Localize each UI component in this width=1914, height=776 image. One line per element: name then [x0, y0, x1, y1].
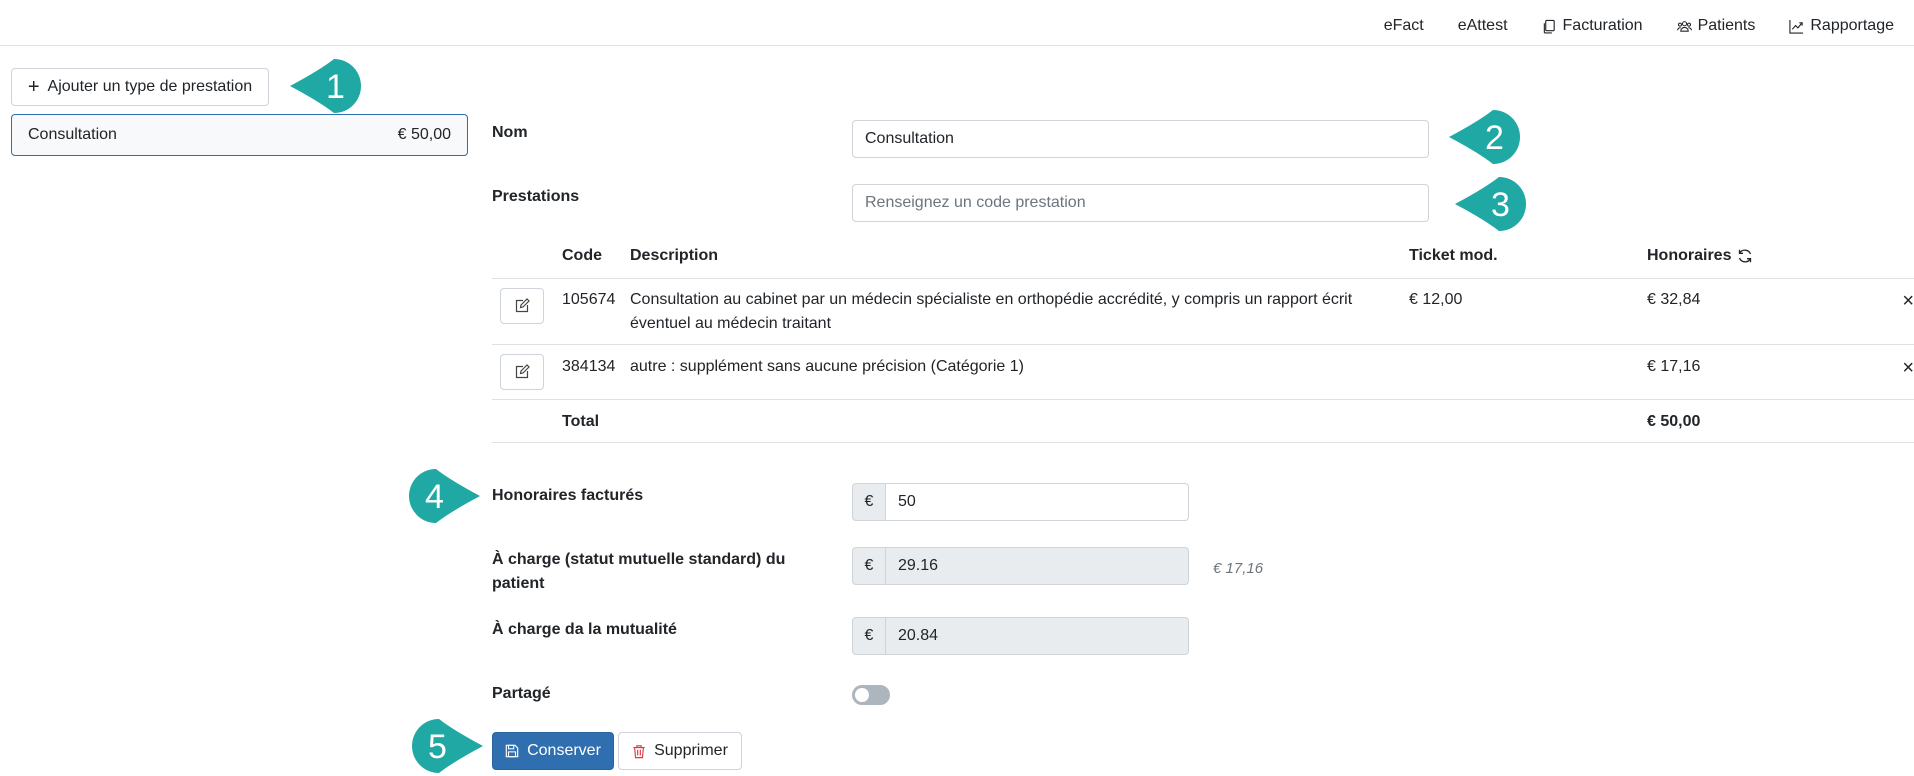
edit-row-button[interactable]	[500, 354, 544, 390]
edit-icon	[515, 364, 530, 379]
patient-charge-input: 29.16	[886, 547, 1189, 585]
plus-icon: +	[27, 76, 40, 98]
nav-efact-label: eFact	[1383, 17, 1424, 34]
nom-value: Consultation	[865, 130, 954, 147]
table-row: 384134 autre : supplément sans aucune pr…	[492, 345, 1914, 400]
table-total-row: Total € 50,00	[492, 400, 1914, 443]
patient-charge-input-group: € 29.16	[852, 547, 1189, 585]
people-icon	[1676, 20, 1692, 32]
currency-addon: €	[852, 483, 886, 521]
callout-4: 4	[408, 468, 482, 524]
prestation-code-input[interactable]: Renseignez un code prestation	[852, 184, 1429, 222]
header-ticket: Ticket mod.	[1409, 247, 1498, 264]
nav-efact[interactable]: eFact	[1384, 17, 1424, 35]
delete-label: Supprimer	[654, 742, 728, 759]
mutualite-charge-label: À charge da la mutualité	[492, 621, 677, 638]
add-prestation-type-label: Ajouter un type de prestation	[47, 78, 253, 95]
save-icon	[505, 744, 519, 758]
nom-input[interactable]: Consultation	[852, 120, 1429, 158]
nav-rapportage[interactable]: Rapportage	[1789, 17, 1894, 35]
nom-label: Nom	[492, 124, 528, 141]
chart-line-icon	[1789, 19, 1804, 34]
callout-2-label: 2	[1485, 119, 1504, 157]
table-row: 105674 Consultation au cabinet par un mé…	[492, 279, 1914, 345]
patient-charge-value: 29.16	[898, 557, 939, 574]
row-code: 384134	[562, 358, 616, 375]
add-prestation-type-button[interactable]: + Ajouter un type de prestation	[11, 68, 269, 106]
nav-rapportage-label: Rapportage	[1810, 17, 1894, 34]
honoraires-factures-value: 50	[898, 493, 916, 510]
prestation-type-name: Consultation	[28, 126, 117, 143]
callout-3: 3	[1453, 176, 1527, 232]
prestations-table: Code Description Ticket mod. Honoraires …	[492, 236, 1914, 443]
nav-eattest[interactable]: eAttest	[1458, 17, 1508, 35]
save-label: Conserver	[527, 742, 601, 759]
header-honoraires: Honoraires	[1647, 247, 1753, 265]
row-honoraires: € 32,84	[1647, 291, 1701, 308]
toggle-knob	[855, 688, 869, 702]
header-code: Code	[562, 247, 602, 264]
edit-icon	[515, 298, 530, 313]
nav-patients[interactable]: Patients	[1676, 17, 1756, 35]
callout-5-label: 5	[428, 728, 447, 766]
patient-charge-hint: € 17,16	[1213, 560, 1264, 577]
callout-4-label: 4	[425, 478, 444, 516]
partage-toggle[interactable]	[852, 685, 890, 705]
prestation-type-price: € 50,00	[397, 126, 451, 143]
row-description: Consultation au cabinet par un médecin s…	[630, 291, 1353, 332]
callout-1: 1	[288, 58, 362, 114]
delete-button[interactable]: Supprimer	[618, 732, 742, 770]
mutualite-charge-input: 20.84	[886, 617, 1189, 655]
total-label: Total	[562, 413, 600, 430]
header-honoraires-label: Honoraires	[1647, 247, 1732, 264]
callout-2: 2	[1447, 109, 1521, 165]
row-ticket: € 12,00	[1409, 291, 1463, 308]
currency-addon: €	[852, 617, 886, 655]
copy-icon	[1543, 19, 1555, 33]
trash-icon	[633, 744, 645, 758]
total-value: € 50,00	[1647, 413, 1701, 430]
prestations-label: Prestations	[492, 188, 580, 205]
row-description: autre : supplément sans aucune précision…	[630, 358, 1024, 375]
partage-label: Partagé	[492, 685, 551, 702]
honoraires-factures-input-group: € 50	[852, 483, 1189, 521]
nav-menu: eFact eAttest Facturation Patients Rappo…	[1384, 17, 1894, 35]
edit-row-button[interactable]	[500, 288, 544, 324]
remove-row-icon[interactable]: ×	[1902, 358, 1914, 378]
honoraires-factures-label: Honoraires facturés	[492, 487, 644, 504]
callout-5: 5	[411, 718, 485, 774]
currency-addon: €	[852, 547, 886, 585]
mutualite-charge-input-group: € 20.84	[852, 617, 1189, 655]
nav-eattest-label: eAttest	[1457, 17, 1508, 34]
callout-3-label: 3	[1491, 186, 1510, 224]
prestation-code-placeholder: Renseignez un code prestation	[865, 194, 1086, 211]
refresh-icon[interactable]	[1737, 248, 1753, 264]
save-button[interactable]: Conserver	[492, 732, 614, 770]
patient-charge-label: À charge (statut mutuelle standard) du p…	[492, 551, 786, 592]
table-header: Code Description Ticket mod. Honoraires	[492, 236, 1914, 279]
nav-facturation[interactable]: Facturation	[1542, 17, 1643, 35]
nav-patients-label: Patients	[1697, 17, 1756, 34]
row-code: 105674	[562, 291, 616, 308]
top-navbar: eFact eAttest Facturation Patients Rappo…	[0, 0, 1914, 46]
row-honoraires: € 17,16	[1647, 358, 1701, 375]
mutualite-charge-value: 20.84	[898, 627, 939, 644]
header-description: Description	[630, 247, 719, 264]
nav-facturation-label: Facturation	[1562, 17, 1643, 34]
callout-1-label: 1	[326, 68, 345, 106]
remove-row-icon[interactable]: ×	[1902, 291, 1914, 311]
honoraires-factures-input[interactable]: 50	[886, 483, 1189, 521]
prestation-type-item[interactable]: Consultation € 50,00	[11, 114, 468, 156]
